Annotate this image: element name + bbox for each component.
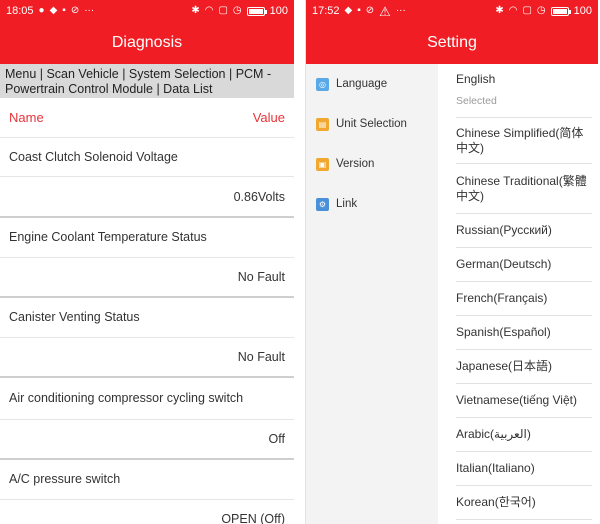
battery-level: 100 [573, 5, 592, 17]
language-option[interactable]: Russian(Русский) [456, 214, 592, 248]
language-option[interactable]: Korean(한국어) [456, 486, 592, 520]
data-row-value: OPEN (Off) [0, 500, 294, 524]
link-icon: ⚙ [316, 197, 329, 211]
data-row-value: No Fault [0, 258, 294, 298]
data-row-value: No Fault [0, 338, 294, 378]
data-row-value: 0.86Volts [0, 177, 294, 218]
data-list: Coast Clutch Solenoid Voltage 0.86Volts … [0, 138, 294, 524]
shield-icon: ◆ [344, 5, 353, 16]
data-row-name[interactable]: Coast Clutch Solenoid Voltage [0, 138, 294, 177]
battery-icon [550, 6, 571, 16]
language-option[interactable]: French(Français) [456, 282, 592, 316]
block-icon: ⊘ [365, 5, 375, 16]
language-option-english[interactable]: English Selected [456, 64, 592, 118]
status-time: 18:05 [6, 5, 34, 17]
mail-icon: ▪ [62, 5, 66, 16]
language-option[interactable]: Arabic(العربية) [456, 418, 592, 452]
data-row-name[interactable]: Engine Coolant Temperature Status [0, 218, 294, 258]
screen-icon: ▢ [218, 5, 228, 16]
warning-icon: ⚠ [379, 3, 391, 19]
status-bar: 18:05 ● ◆ ▪ ⊘ ··· ✱ ◠ ▢ ◷ 100 [0, 0, 294, 22]
nav-item-label: Language [336, 78, 388, 90]
column-header: Name Value [0, 98, 294, 138]
block-icon: ⊘ [70, 5, 80, 16]
diagnosis-screen: 18:05 ● ◆ ▪ ⊘ ··· ✱ ◠ ▢ ◷ 100 Diagnosis … [0, 0, 294, 524]
language-option[interactable]: Spanish(Español) [456, 316, 592, 350]
nav-item-label: Unit Selection [336, 118, 407, 130]
bluetooth-icon: ✱ [495, 5, 504, 16]
language-label: English [456, 72, 496, 86]
wifi-icon: ◠ [508, 5, 518, 16]
language-option[interactable]: German(Deutsch) [456, 248, 592, 282]
alarm-icon: ◷ [536, 5, 546, 16]
settings-sidebar: ◎ Language ▤ Unit Selection ▣ Version ⚙ … [306, 64, 438, 524]
name-column-header: Name [9, 110, 44, 125]
nav-item-language[interactable]: ◎ Language [306, 64, 438, 104]
language-option[interactable]: Italian(Italiano) [456, 452, 592, 486]
selected-indicator: Selected [456, 95, 497, 107]
version-icon: ▣ [316, 157, 329, 171]
nav-item-version[interactable]: ▣ Version [306, 144, 438, 184]
alarm-icon: ◷ [232, 5, 242, 16]
mail-icon: ▪ [357, 5, 361, 16]
wifi-icon: ◠ [204, 5, 214, 16]
value-column-header: Value [252, 110, 285, 125]
status-bar: 17:52 ◆ ▪ ⊘ ⚠ ··· ✱ ◠ ▢ ◷ 100 [306, 0, 598, 22]
page-title: Setting [306, 22, 598, 64]
more-icon: ··· [84, 5, 95, 16]
language-option[interactable]: Japanese(日本語) [456, 350, 592, 384]
chat-icon: ● [38, 5, 45, 16]
nav-item-unit-selection[interactable]: ▤ Unit Selection [306, 104, 438, 144]
language-option[interactable]: Chinese Simplified(简体中文) [456, 118, 592, 164]
data-row-name[interactable]: Air conditioning compressor cycling swit… [0, 378, 294, 420]
language-option[interactable]: Chinese Traditional(繁體中文) [456, 164, 592, 214]
battery-level: 100 [269, 5, 288, 17]
unit-icon: ▤ [316, 117, 329, 131]
nav-item-label: Version [336, 158, 375, 170]
setting-screen: 17:52 ◆ ▪ ⊘ ⚠ ··· ✱ ◠ ▢ ◷ 100 Setting ◎ … [305, 0, 598, 524]
language-list: English Selected Chinese Simplified(简体中文… [456, 64, 592, 520]
shield-icon: ◆ [49, 5, 58, 16]
more-icon: ··· [395, 5, 406, 16]
battery-icon [246, 6, 267, 16]
language-icon: ◎ [316, 77, 329, 91]
screen-icon: ▢ [522, 5, 532, 16]
page-title: Diagnosis [0, 22, 294, 64]
breadcrumb[interactable]: Menu | Scan Vehicle | System Selection |… [0, 64, 294, 98]
nav-item-link[interactable]: ⚙ Link [306, 184, 438, 224]
bluetooth-icon: ✱ [191, 5, 200, 16]
data-row-name[interactable]: Canister Venting Status [0, 298, 294, 338]
data-row-value: Off [0, 420, 294, 460]
status-time: 17:52 [312, 5, 340, 17]
language-option[interactable]: Vietnamese(tiếng Việt) [456, 384, 592, 418]
nav-item-label: Link [336, 198, 358, 210]
data-row-name[interactable]: A/C pressure switch [0, 460, 294, 500]
